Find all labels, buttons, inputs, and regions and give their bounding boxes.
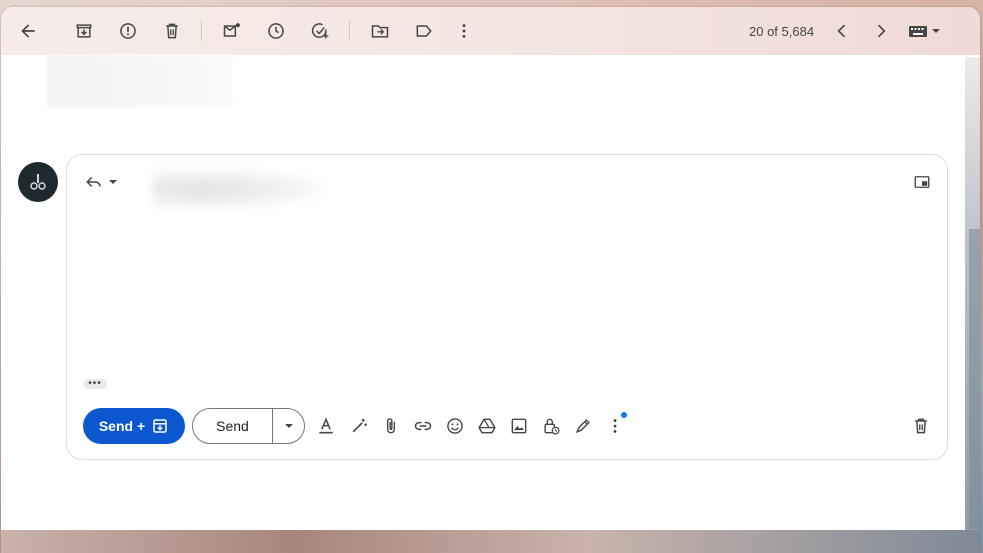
report-spam-button[interactable] <box>116 19 140 43</box>
toolbar-divider <box>349 21 350 41</box>
mark-unread-icon <box>223 23 240 37</box>
link-icon <box>414 421 432 431</box>
chevron-right-icon <box>877 24 886 38</box>
insert-signature-button[interactable] <box>571 414 595 438</box>
add-task-icon <box>311 23 329 39</box>
redacted-recipient[interactable] <box>152 169 322 209</box>
caret-down-icon <box>109 180 117 184</box>
archive-icon <box>76 24 92 38</box>
more-vert-icon <box>613 419 617 433</box>
chevron-left-icon <box>837 24 846 38</box>
insert-photo-button[interactable] <box>507 414 531 438</box>
more-options-button[interactable] <box>452 19 476 43</box>
attach-icon <box>386 418 396 434</box>
help-me-write-button[interactable] <box>347 414 371 438</box>
emoji-icon <box>447 418 463 434</box>
more-vert-icon <box>462 24 466 38</box>
send-button-group: Send <box>192 408 305 444</box>
message-counter: 20 of 5,684 <box>749 24 815 39</box>
signature-icon <box>575 419 590 434</box>
gmail-window: 20 of 5,684 ••• Send + Send <box>1 7 980 553</box>
confidential-mode-button[interactable] <box>539 414 563 438</box>
scrollbar-thumb[interactable] <box>969 229 980 529</box>
label-button[interactable] <box>412 19 436 43</box>
pop-out-icon <box>914 176 930 188</box>
magic-pen-icon <box>352 418 367 433</box>
archive-button[interactable] <box>72 19 96 43</box>
move-to-icon <box>371 25 389 38</box>
snooze-icon <box>268 23 284 39</box>
message-toolbar: 20 of 5,684 <box>1 7 980 55</box>
show-trimmed-content-button[interactable]: ••• <box>83 379 107 389</box>
discard-draft-button[interactable] <box>909 414 933 438</box>
formatting-options-button[interactable] <box>314 414 338 438</box>
insert-link-button[interactable] <box>411 414 435 438</box>
discard-icon <box>915 418 927 434</box>
redacted-previous-message <box>47 55 233 107</box>
newer-button[interactable] <box>830 19 854 43</box>
delete-icon <box>166 23 178 39</box>
reply-icon <box>86 176 101 188</box>
report-spam-icon <box>120 23 136 39</box>
send-and-archive-button[interactable]: Send + <box>83 408 185 444</box>
back-button[interactable] <box>16 19 40 43</box>
avatar <box>18 162 58 202</box>
text-format-icon <box>319 417 333 434</box>
send-button[interactable]: Send <box>193 409 273 443</box>
attach-files-button[interactable] <box>379 414 403 438</box>
add-to-tasks-button[interactable] <box>308 19 332 43</box>
avatar-glasses-icon <box>30 174 46 190</box>
reply-type-button[interactable] <box>85 173 119 191</box>
send-options-button[interactable] <box>273 409 304 443</box>
older-button[interactable] <box>869 19 893 43</box>
toolbar-divider <box>201 21 202 41</box>
input-tools-button[interactable] <box>908 19 944 43</box>
move-to-button[interactable] <box>368 19 392 43</box>
caret-down-icon <box>284 424 293 428</box>
snooze-button[interactable] <box>264 19 288 43</box>
confidential-icon <box>544 418 560 435</box>
pop-out-button[interactable] <box>913 173 931 196</box>
label-icon <box>416 25 432 37</box>
notification-dot <box>621 412 627 418</box>
delete-button[interactable] <box>160 19 184 43</box>
mark-unread-button[interactable] <box>220 19 244 43</box>
archive-icon <box>153 419 167 433</box>
photo-icon <box>511 418 527 434</box>
insert-emoji-button[interactable] <box>443 414 467 438</box>
background-strip-bottom <box>1 530 980 553</box>
drive-icon <box>478 418 496 434</box>
insert-drive-file-button[interactable] <box>475 414 499 438</box>
reply-compose-box: ••• Send + Send <box>66 154 948 460</box>
keyboard-icon <box>909 26 940 37</box>
send-and-archive-label: Send + <box>98 418 146 434</box>
back-arrow-icon <box>21 24 35 38</box>
